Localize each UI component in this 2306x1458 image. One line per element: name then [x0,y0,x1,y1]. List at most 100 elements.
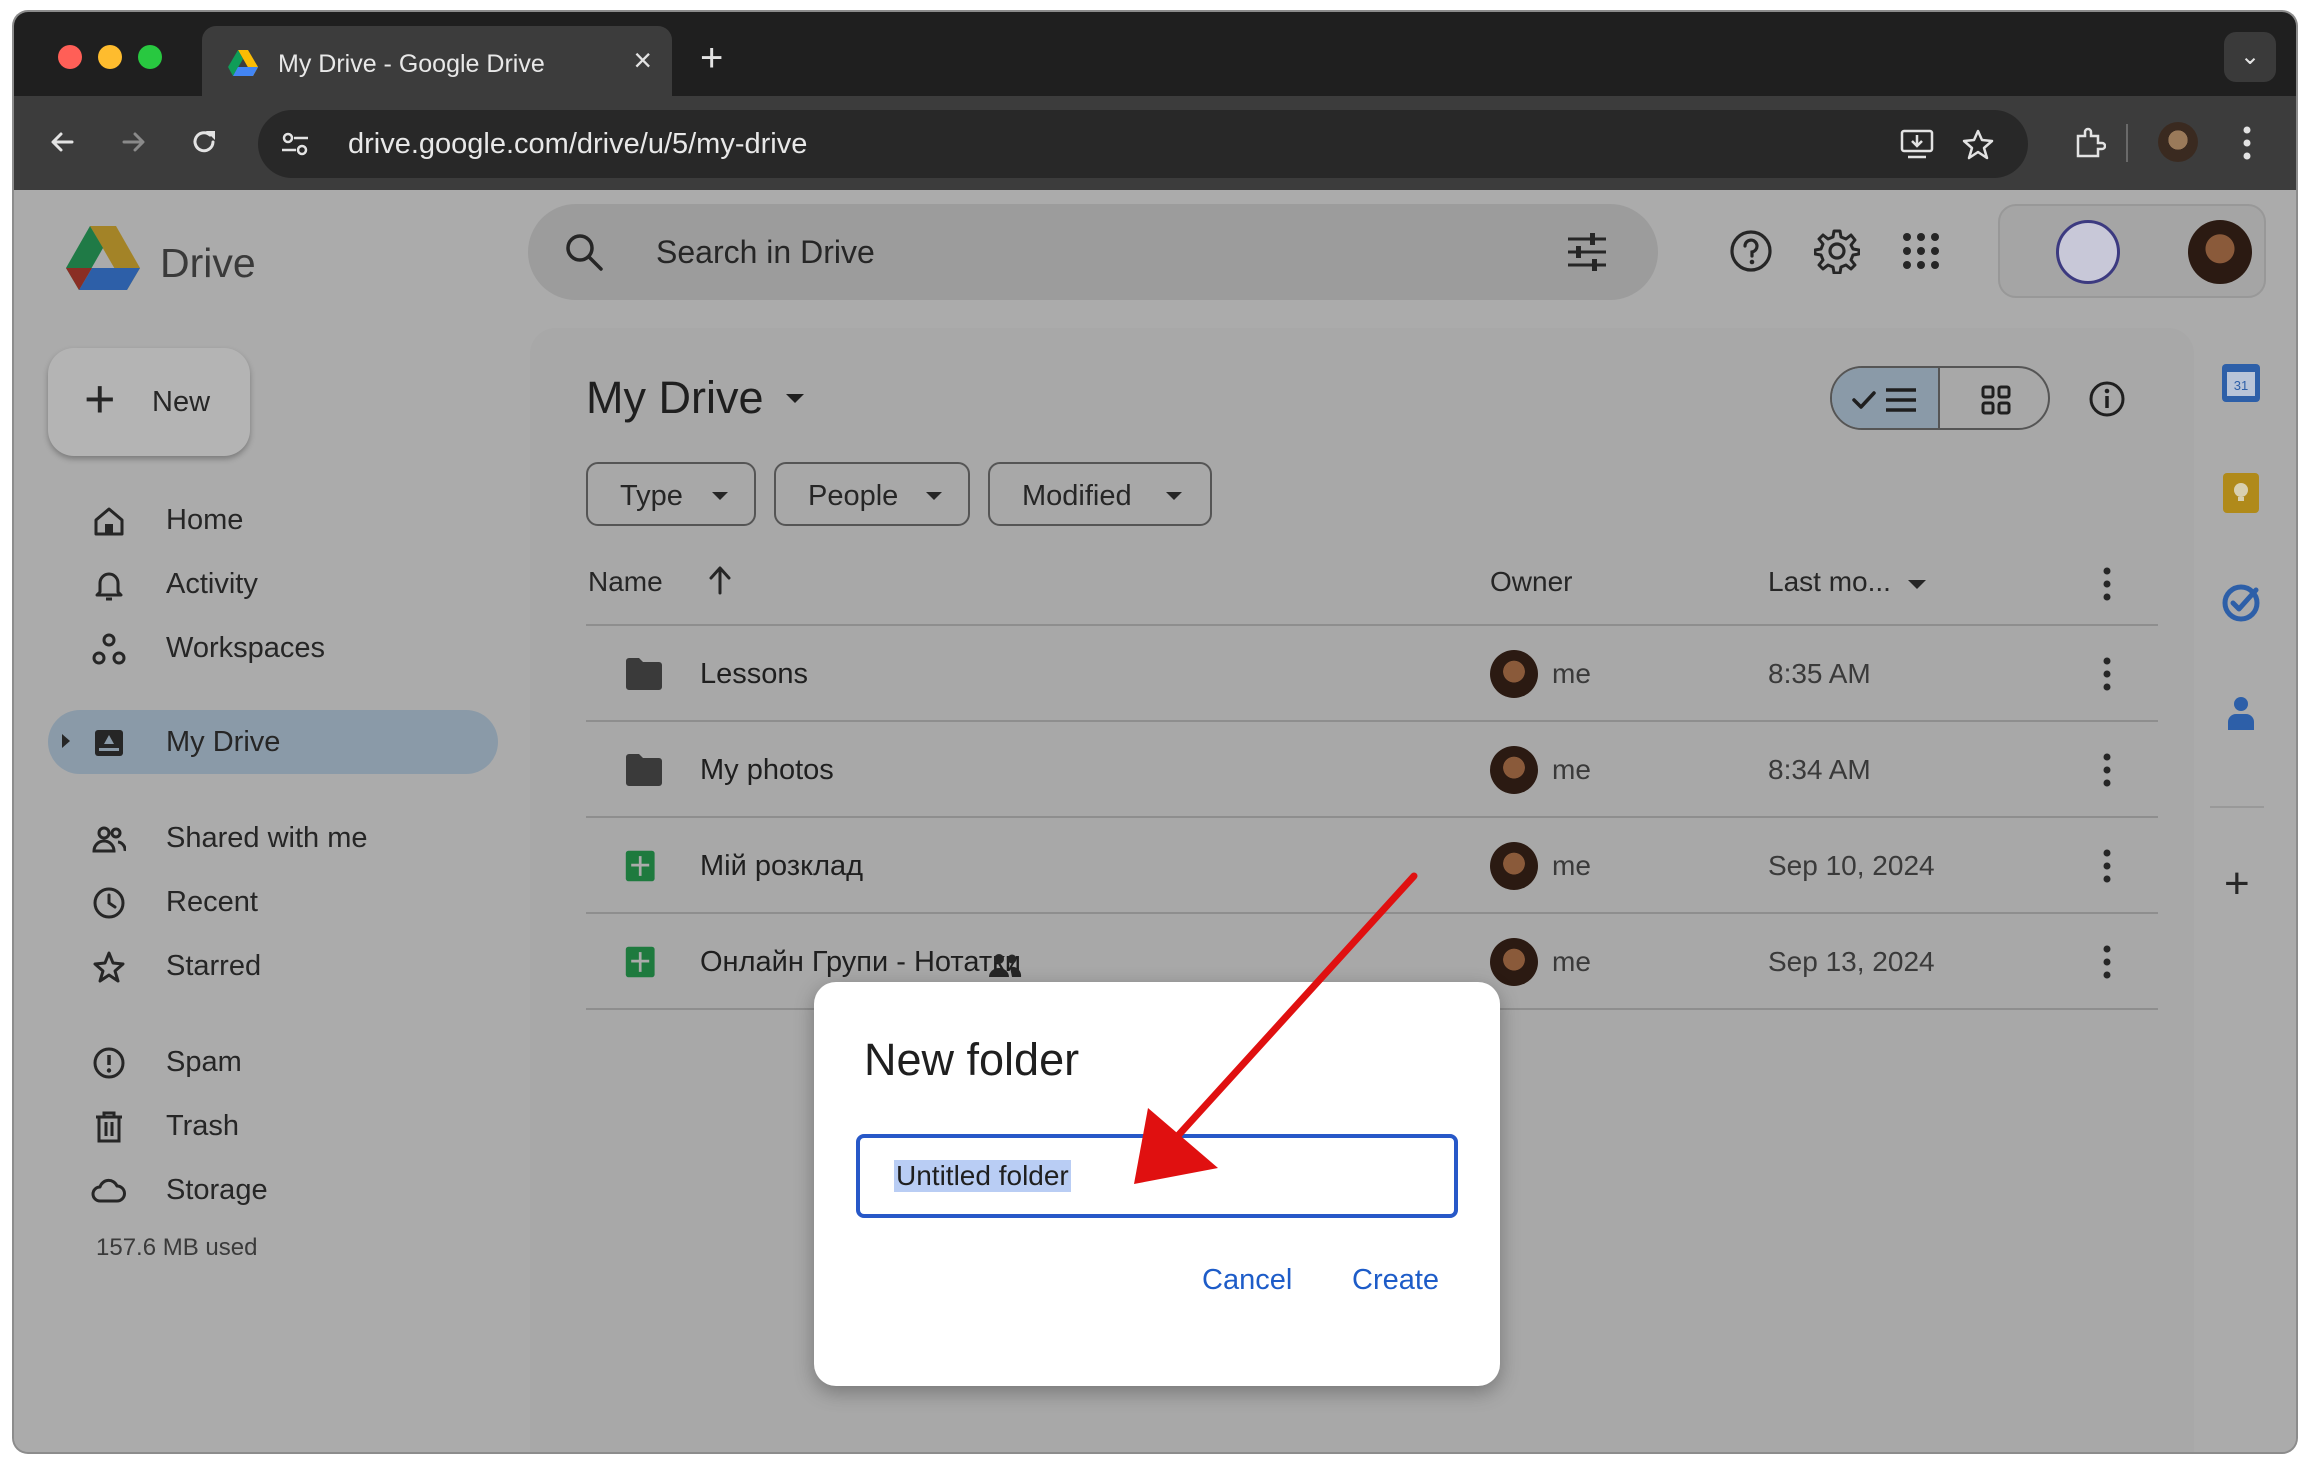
folder-icon [626,754,662,786]
contacts-icon[interactable] [2218,690,2264,736]
dropdown-caret-icon [1166,492,1182,500]
sidebar-item-label: Shared with me [166,822,368,854]
grid-view-button[interactable] [1940,368,2048,428]
create-button[interactable]: Create [1352,1264,1439,1297]
title-dropdown-icon[interactable] [786,394,804,403]
account-avatar[interactable] [2188,220,2252,284]
search-bar[interactable]: Search in Drive [528,204,1658,300]
sidebar-item-storage[interactable]: Storage [48,1158,498,1222]
sidebar-item-recent[interactable]: Recent [48,870,498,934]
profile-avatar[interactable] [2158,122,2198,162]
get-addons-icon[interactable]: + [2224,862,2250,906]
tab-bar: My Drive - Google Drive × + ⌄ [14,12,2296,96]
details-info-icon[interactable] [2088,380,2126,418]
back-icon[interactable] [46,126,78,158]
spam-icon [93,1047,125,1079]
column-options-icon[interactable] [2102,564,2112,604]
search-icon[interactable] [562,230,606,274]
site-info-icon[interactable] [280,130,310,158]
browser-window: My Drive - Google Drive × + ⌄ drive.goog… [14,12,2296,1452]
sidebar-item-label: Workspaces [166,632,326,664]
calendar-icon[interactable]: 31 [2218,360,2264,406]
sidebar-item-spam[interactable]: Spam [48,1030,498,1094]
apps-grid-icon[interactable] [1898,228,1944,274]
address-bar[interactable]: drive.google.com/drive/u/5/my-drive [258,110,2028,178]
browser-tab[interactable]: My Drive - Google Drive × [202,26,672,96]
maximize-window-button[interactable] [138,45,162,69]
search-input[interactable]: Search in Drive [656,234,875,271]
file-name: Lessons [700,658,809,690]
more-actions-icon[interactable] [2102,942,2112,982]
modified-date: 8:35 AM [1768,658,1871,689]
filter-people-chip[interactable]: People [774,462,970,526]
file-row[interactable]: Lessons me 8:35 AM [586,626,2158,722]
tab-search-button[interactable]: ⌄ [2224,32,2276,82]
sidebar-item-starred[interactable]: Starred [48,934,498,998]
keep-icon[interactable] [2218,470,2264,516]
new-tab-icon[interactable]: + [700,38,723,78]
file-row[interactable]: Мій розклад me Sep 10, 2024 [586,818,2158,914]
file-name: My photos [700,754,834,786]
sidebar-item-label: Activity [166,568,258,600]
install-app-icon[interactable] [1900,128,1934,160]
reload-icon[interactable] [188,126,220,158]
view-toggle [1830,366,2050,430]
sort-ascending-icon[interactable] [706,564,734,596]
sidebar-item-activity[interactable]: Activity [48,552,498,616]
sidebar-item-label: Recent [166,886,258,918]
new-button[interactable]: + New [48,348,250,456]
browser-menu-icon[interactable] [2242,124,2252,162]
tab-close-icon[interactable]: × [633,44,652,76]
extensions-icon[interactable] [2072,126,2106,160]
folder-name-value[interactable]: Untitled folder [894,1160,1071,1192]
sidebar-item-workspaces[interactable]: Workspaces [48,616,498,680]
star-icon [93,951,125,983]
file-row[interactable]: My photos me 8:34 AM [586,722,2158,818]
help-icon[interactable] [1728,228,1774,274]
filter-label: Type [620,480,683,512]
clock-icon [93,887,125,919]
sidebar-item-my-drive[interactable]: My Drive [48,710,498,774]
close-window-button[interactable] [58,45,82,69]
folder-name-input[interactable]: Untitled folder [856,1134,1458,1218]
filter-type-chip[interactable]: Type [586,462,756,526]
sidebar-item-label: Home [166,504,244,536]
more-actions-icon[interactable] [2102,750,2112,790]
account-switcher[interactable] [1998,204,2266,298]
search-options-icon[interactable] [1566,232,1608,272]
filter-modified-chip[interactable]: Modified [988,462,1212,526]
new-folder-dialog: New folder Untitled folder Cancel Create [814,982,1500,1386]
modified-date: Sep 13, 2024 [1768,946,1935,977]
my-drive-icon [95,730,123,756]
filter-label: Modified [1022,480,1132,512]
owner-avatar [1490,842,1538,890]
forward-icon[interactable] [118,126,150,158]
dropdown-caret-icon [712,492,728,500]
list-view-button[interactable] [1832,368,1940,428]
google-sheets-icon [625,946,655,978]
sidebar-item-home[interactable]: Home [48,488,498,552]
sidebar-item-label: Storage [166,1174,268,1206]
url-text: drive.google.com/drive/u/5/my-drive [348,128,808,160]
more-actions-icon[interactable] [2102,846,2112,886]
cancel-button[interactable]: Cancel [1202,1264,1292,1297]
sort-dropdown-icon[interactable] [1908,580,1926,589]
tasks-icon[interactable] [2218,580,2264,626]
tab-title: My Drive - Google Drive [278,50,545,78]
owner-name: me [1552,850,1591,881]
minimize-window-button[interactable] [98,45,122,69]
expand-caret-icon[interactable] [62,734,70,748]
column-header-last-modified[interactable]: Last mo... [1768,566,1891,598]
drive-logo-icon[interactable] [66,226,140,292]
sidebar-item-trash[interactable]: Trash [48,1094,498,1158]
bookmark-star-icon[interactable] [1962,128,1994,160]
sidebar-item-shared-with-me[interactable]: Shared with me [48,806,498,870]
settings-gear-icon[interactable] [1814,228,1860,274]
modified-date: Sep 10, 2024 [1768,850,1935,881]
owner-avatar [1490,650,1538,698]
modified-date: 8:34 AM [1768,754,1871,785]
more-actions-icon[interactable] [2102,654,2112,694]
page-title[interactable]: My Drive [586,372,764,424]
sidebar-item-label: Trash [166,1110,240,1142]
column-header-name[interactable]: Name [588,566,663,598]
